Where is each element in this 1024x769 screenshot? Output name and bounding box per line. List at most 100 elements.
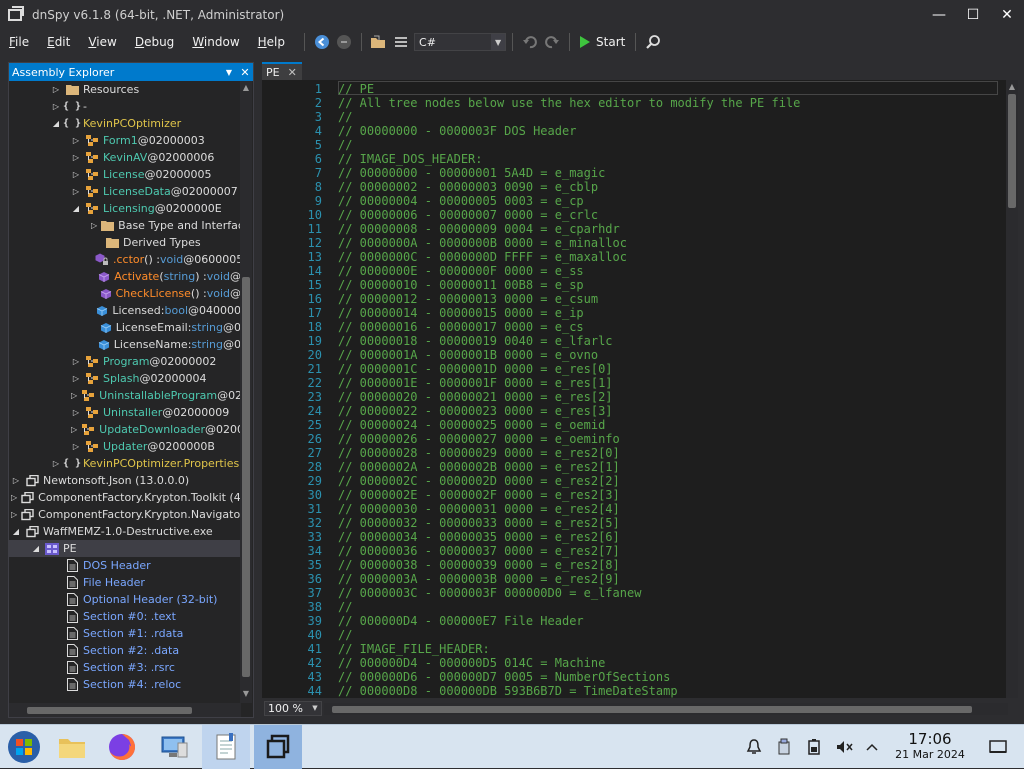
tree-node[interactable]: LicenseName : string @0 (9, 336, 241, 353)
tree-node[interactable]: Optional Header (32-bit) (9, 591, 241, 608)
tree-node[interactable]: ▷{ } - (9, 98, 241, 115)
language-select[interactable]: C# ▼ (414, 33, 507, 51)
navigate-forward-icon[interactable] (334, 32, 354, 52)
search-icon[interactable] (643, 32, 663, 52)
chevron-up-icon[interactable] (862, 737, 882, 757)
tree-node[interactable]: ▷ License @02000005 (9, 166, 241, 183)
tree-node[interactable]: LicenseEmail : string @0 (9, 319, 241, 336)
tree-node[interactable]: Licensed : bool @040000 (9, 302, 241, 319)
tree-node[interactable]: Section #1: .rdata (9, 625, 241, 642)
expand-arrow-icon[interactable]: ▷ (71, 153, 81, 163)
scrollbar-thumb[interactable] (332, 706, 972, 713)
start-menu-button[interactable] (0, 725, 48, 769)
editor-horizontal-scrollbar[interactable] (324, 703, 1008, 715)
redo-icon[interactable] (542, 32, 562, 52)
panel-menu-icon[interactable]: ▼ (221, 68, 237, 77)
navigate-back-icon[interactable] (312, 32, 332, 52)
expand-arrow-icon[interactable]: ▷ (71, 170, 81, 180)
code-editor[interactable]: 1 2 3 4 5 6 7 8 9 10 11 12 13 14 15 16 17 18 19 20 21 22 23 24 2… (262, 80, 1006, 698)
panel-close-icon[interactable]: ✕ (237, 66, 253, 79)
tree-node[interactable]: ◢{ } KevinPCOptimizer (9, 115, 241, 132)
notepad-taskbar-icon[interactable] (202, 725, 250, 769)
firefox-taskbar-icon[interactable] (98, 725, 146, 769)
menu-help[interactable]: Help (249, 35, 294, 49)
tree-node[interactable]: ▷ Newtonsoft.Json (13.0.0.0) (9, 472, 241, 489)
scroll-up-icon[interactable]: ▲ (1006, 82, 1018, 91)
tree-node[interactable]: ▷ KevinAV @02000006 (9, 149, 241, 166)
menu-file[interactable]: File (0, 35, 38, 49)
collapse-arrow-icon[interactable]: ◢ (71, 204, 81, 214)
tree-horizontal-scrollbar[interactable] (9, 703, 241, 717)
expand-arrow-icon[interactable]: ▷ (71, 408, 81, 418)
dnspy-taskbar-icon[interactable] (254, 725, 302, 769)
code-text[interactable]: // PE// All tree nodes below use the hex… (338, 80, 1006, 698)
scrollbar-thumb[interactable] (1008, 94, 1016, 208)
menu-view[interactable]: View (79, 35, 125, 49)
maximize-button[interactable]: ☐ (956, 0, 990, 30)
expand-arrow-icon[interactable]: ▷ (71, 187, 81, 197)
tree-node[interactable]: CheckLicense() : void @ (9, 285, 241, 302)
tree-node[interactable]: ◢ Licensing @0200000E (9, 200, 241, 217)
scrollbar-thumb[interactable] (27, 707, 192, 714)
collapse-arrow-icon[interactable]: ◢ (11, 527, 21, 537)
tree-node[interactable]: DOS Header (9, 557, 241, 574)
tree-node[interactable]: ▷ Updater @0200000B (9, 438, 241, 455)
expand-arrow-icon[interactable]: ▷ (71, 357, 81, 367)
tree-node[interactable]: Section #3: .rsrc (9, 659, 241, 676)
close-button[interactable]: ✕ (990, 0, 1024, 30)
tree-node[interactable]: ▷ LicenseData @02000007 (9, 183, 241, 200)
collapse-arrow-icon[interactable]: ◢ (31, 544, 41, 554)
expand-arrow-icon[interactable]: ▷ (71, 136, 81, 146)
collapse-arrow-icon[interactable]: ◢ (51, 119, 61, 129)
minimize-button[interactable]: — (922, 0, 956, 30)
expand-arrow-icon[interactable]: ▷ (71, 442, 81, 452)
battery-icon[interactable] (804, 737, 824, 757)
tree-node[interactable]: ▷ Base Type and Interface (9, 217, 241, 234)
tree-node[interactable]: ▷ Resources (9, 81, 241, 98)
expand-arrow-icon[interactable]: ▷ (71, 425, 77, 435)
menu-debug[interactable]: Debug (126, 35, 183, 49)
menu-window[interactable]: Window (183, 35, 248, 49)
tree-node[interactable]: ▷ UninstallableProgram @0200 (9, 387, 241, 404)
system-clock[interactable]: 17:06 21 Mar 2024 (880, 731, 980, 762)
zoom-select[interactable]: 100 % ▼ (264, 701, 322, 716)
expand-arrow-icon[interactable]: ▷ (51, 85, 61, 95)
usb-device-icon[interactable] (774, 737, 794, 757)
editor-vertical-scrollbar[interactable]: ▲ (1006, 80, 1018, 698)
tab-close-icon[interactable]: ✕ (288, 66, 297, 79)
tree-node[interactable]: ◢ PE (9, 540, 241, 557)
network-taskbar-icon[interactable] (150, 725, 198, 769)
tree-node[interactable]: ▷ ComponentFactory.Krypton.Toolkit (4.6. (9, 489, 241, 506)
undo-icon[interactable] (520, 32, 540, 52)
tree-node[interactable]: Section #4: .reloc (9, 676, 241, 693)
tree-node[interactable]: ▷ Program @02000002 (9, 353, 241, 370)
expand-arrow-icon[interactable]: ▷ (51, 459, 61, 469)
volume-muted-icon[interactable] (834, 737, 854, 757)
tree-node[interactable]: .cctor() : void @0600005 (9, 251, 241, 268)
menu-edit[interactable]: Edit (38, 35, 79, 49)
notification-bell-icon[interactable] (744, 737, 764, 757)
open-folder-icon[interactable] (369, 32, 389, 52)
expand-arrow-icon[interactable]: ▷ (71, 391, 77, 401)
tree-node[interactable]: Section #2: .data (9, 642, 241, 659)
tree-node[interactable]: ◢ WaffMEMZ-1.0-Destructive.exe (9, 523, 241, 540)
scrollbar-thumb[interactable] (242, 277, 250, 677)
tree-node[interactable]: ▷ UpdateDownloader @02000 (9, 421, 241, 438)
tree-vertical-scrollbar[interactable]: ▲ ▼ (240, 81, 252, 703)
tree-node[interactable]: ▷ Splash @02000004 (9, 370, 241, 387)
tree-node[interactable]: File Header (9, 574, 241, 591)
tree-node[interactable]: ▷ Form1 @02000003 (9, 132, 241, 149)
scroll-up-icon[interactable]: ▲ (240, 83, 252, 95)
expand-arrow-icon[interactable]: ▷ (51, 102, 61, 112)
start-debug-button[interactable]: Start (580, 35, 625, 49)
tree-node[interactable]: Activate(string) : void @ (9, 268, 241, 285)
expand-arrow-icon[interactable]: ▷ (91, 221, 97, 231)
file-explorer-taskbar-icon[interactable] (48, 725, 96, 769)
expand-arrow-icon[interactable]: ▷ (71, 374, 81, 384)
expand-arrow-icon[interactable]: ▷ (11, 476, 21, 486)
tree-node[interactable]: ▷ ComponentFactory.Krypton.Navigator (4 (9, 506, 241, 523)
expand-arrow-icon[interactable]: ▷ (11, 493, 17, 503)
open-list-icon[interactable] (391, 32, 411, 52)
action-center-icon[interactable] (988, 737, 1008, 757)
expand-arrow-icon[interactable]: ▷ (11, 510, 17, 520)
